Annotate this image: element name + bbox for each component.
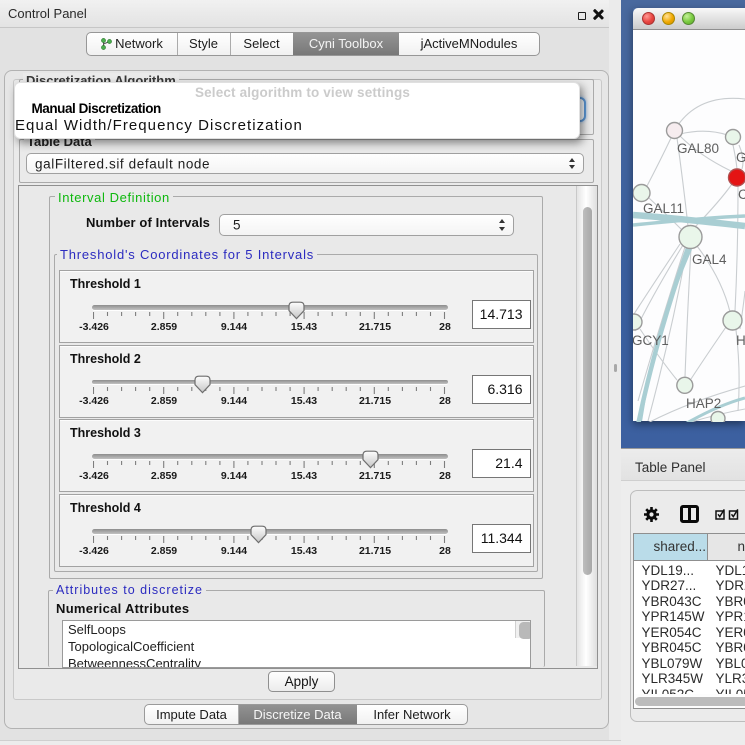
svg-text:GAL80: GAL80 xyxy=(677,141,719,156)
svg-text:GCY1: GCY1 xyxy=(633,333,669,348)
svg-text:HAP2: HAP2 xyxy=(686,396,721,411)
svg-text:GAL4: GAL4 xyxy=(692,252,727,267)
svg-text:C: C xyxy=(738,187,745,202)
svg-text:GAL11: GAL11 xyxy=(643,201,684,216)
svg-text:HIS: HIS xyxy=(736,333,745,348)
svg-text:GA: GA xyxy=(736,150,745,165)
